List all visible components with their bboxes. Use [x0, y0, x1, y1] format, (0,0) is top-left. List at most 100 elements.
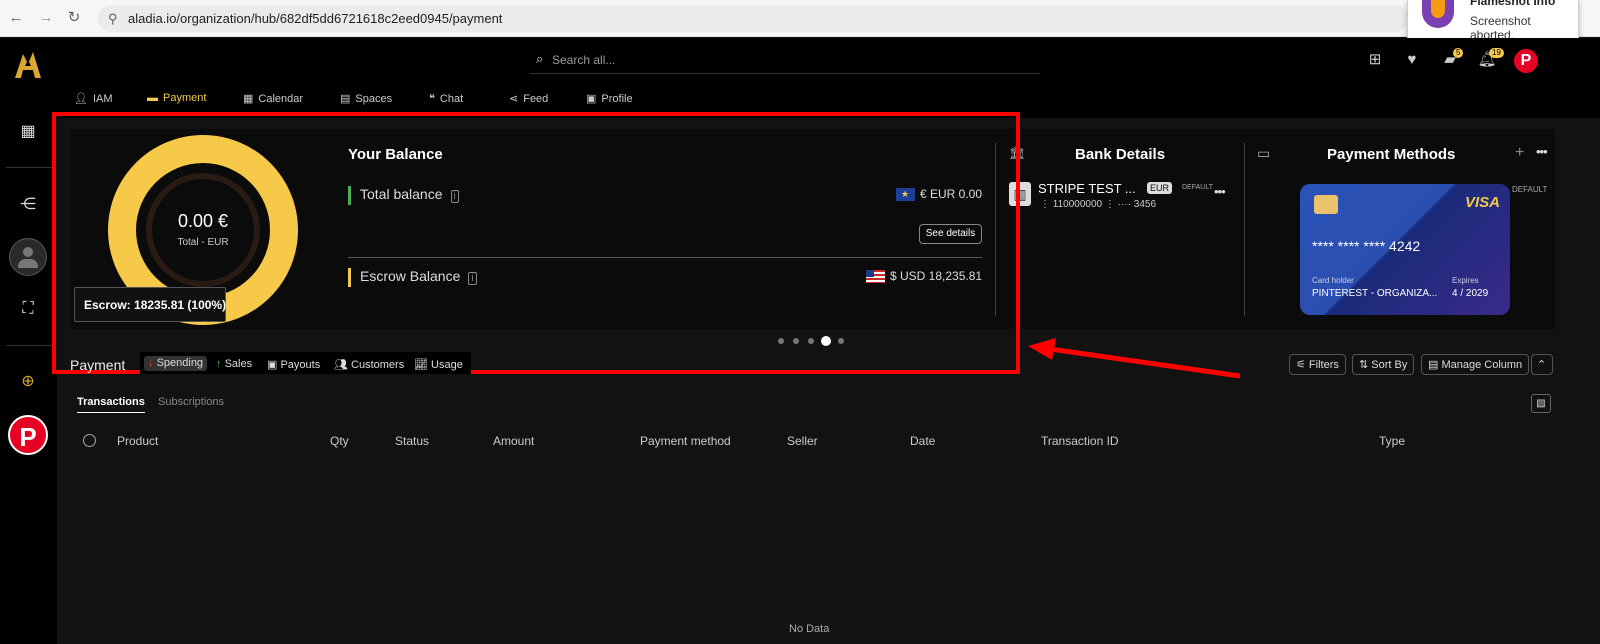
manage-column-button[interactable]: ▤ Manage Column [1421, 354, 1530, 375]
add-payment-icon[interactable]: + [1515, 144, 1524, 162]
credit-card-icon: ▭ [1257, 145, 1271, 161]
address-bar[interactable]: ⚲ aladia.io/organization/hub/682df5dd672… [98, 5, 1408, 32]
subtab-payouts[interactable]: ▣ Payouts [267, 358, 320, 371]
store-icon[interactable]: ▦ [16, 120, 40, 144]
currency-badge: EUR [1147, 182, 1173, 194]
subtab-label: Usage [431, 359, 463, 371]
card-expiry: 4 / 2029 [1452, 288, 1489, 299]
tab-chat[interactable]: ❝ Chat [429, 92, 463, 105]
subtab-spending[interactable]: ↓ Spending [144, 356, 208, 371]
card-expires-label: Expires [1452, 276, 1479, 285]
annotation-arrow [1028, 338, 1241, 379]
search-icon: ⌕ [536, 51, 544, 66]
id-card-icon: ▣ [586, 93, 597, 105]
bank-last4: ···· 3456 [1117, 199, 1157, 210]
notification-title: Flameshot Info [1470, 0, 1556, 8]
column-product[interactable]: Product [117, 434, 158, 448]
subtab-label: Payouts [280, 359, 321, 371]
tab-feed[interactable]: ⋖ Feed [509, 92, 548, 105]
bank-more-icon[interactable]: ••• [1214, 184, 1226, 199]
column-date[interactable]: Date [910, 434, 935, 448]
export-icon[interactable]: ▧ [1531, 394, 1551, 413]
heart-icon[interactable]: ♥ [1402, 50, 1422, 70]
tab-payment[interactable]: ▬ Payment [147, 92, 206, 104]
card-number: **** **** **** 4242 [1312, 238, 1421, 254]
column-qty[interactable]: Qty [330, 434, 349, 448]
add-circle-icon[interactable]: ⊕ [16, 370, 40, 394]
arrow-down-icon: ↓ [148, 357, 157, 369]
empty-state-text: No Data [789, 623, 830, 635]
flameshot-notification: Flameshot Info Screenshot aborted. [1407, 0, 1579, 42]
forward-icon[interactable]: → [37, 9, 55, 27]
organization-avatar[interactable]: P [8, 415, 48, 455]
search-placeholder: Search all... [552, 53, 616, 67]
subtab-sales[interactable]: ↑ Sales [216, 358, 252, 370]
tab-profile[interactable]: ▣ Profile [586, 92, 633, 105]
bank-details-title: Bank Details [1075, 146, 1166, 163]
sort-by-button[interactable]: ⇅ Sort By [1352, 354, 1415, 375]
calendar-icon: ▦ [243, 93, 254, 105]
card-holder-name: PINTEREST - ORGANIZA... [1312, 288, 1438, 299]
default-badge: DEFAULT [1182, 184, 1213, 191]
collapse-button[interactable]: ⌃ [1531, 354, 1553, 375]
dots-icon: ⋮ [1040, 199, 1053, 210]
tab-label: Chat [439, 93, 464, 105]
payment-methods-title: Payment Methods [1327, 146, 1456, 163]
spaces-icon: ▤ [340, 93, 351, 105]
apps-grid-icon[interactable]: ⊞ [1365, 50, 1385, 70]
card-separator [1244, 143, 1245, 316]
subtab-label: Customers [351, 359, 405, 371]
bank-routing: 110000000 [1052, 199, 1103, 210]
visa-logo: VISA [1464, 194, 1500, 211]
card-holder-label: Card holder [1312, 276, 1354, 285]
subtab-customers[interactable]: 👥︎ Customers [334, 358, 404, 371]
card-chip-icon [1314, 195, 1338, 214]
column-transaction-id[interactable]: Transaction ID [1041, 434, 1119, 448]
back-icon[interactable]: ← [7, 9, 25, 27]
profile-avatar[interactable]: P [1514, 49, 1538, 73]
column-amount[interactable]: Amount [493, 434, 534, 448]
payment-section-label: Payment [70, 357, 126, 373]
chevron-up-icon: ⌃ [1537, 359, 1547, 371]
aladia-logo[interactable] [11, 48, 45, 82]
tab-spaces[interactable]: ▤ Spaces [340, 92, 392, 105]
select-all-radio[interactable] [83, 434, 96, 447]
payment-more-icon[interactable]: ••• [1536, 144, 1548, 159]
filters-label: Filters [1308, 359, 1339, 371]
table-header: Product Qty Status Amount Payment method… [70, 428, 1555, 454]
column-payment-method[interactable]: Payment method [640, 434, 731, 448]
flameshot-icon [1422, 0, 1454, 28]
bank-account-number: ⋮ 110000000 ⋮ ···· 3456 [1040, 199, 1156, 210]
sort-icon: ⇅ [1359, 359, 1372, 371]
user-icon: 👤︎ [74, 93, 88, 105]
site-info-icon[interactable]: ⚲ [108, 11, 118, 27]
visa-card[interactable]: VISA **** **** **** 4242 Card holder PIN… [1300, 184, 1510, 315]
chart-icon: 📈︎ [414, 359, 432, 371]
tab-iam[interactable]: 👤︎ IAM [74, 92, 113, 105]
notifications-badge: 19 [1489, 48, 1504, 58]
tab-subscriptions[interactable]: Subscriptions [158, 396, 224, 408]
column-status[interactable]: Status [395, 434, 429, 448]
filter-icon: ⚟ [1296, 359, 1309, 371]
dots-icon: ⋮ [1102, 199, 1118, 210]
classroom-icon[interactable]: ⛶ [16, 297, 40, 321]
tab-calendar[interactable]: ▦ Calendar [243, 92, 303, 105]
reload-icon[interactable]: ↻ [65, 9, 83, 27]
sidebar-divider [6, 345, 52, 346]
columns-icon: ▤ [1428, 359, 1442, 371]
search-input[interactable]: ⌕ Search all... [530, 46, 1040, 74]
column-seller[interactable]: Seller [787, 434, 818, 448]
tab-label: Payment [163, 92, 207, 104]
share-icon[interactable]: ⋲ [16, 193, 40, 217]
subtab-label: Spending [156, 357, 204, 369]
tab-transactions[interactable]: Transactions [77, 396, 145, 413]
sidebar-divider [6, 167, 52, 168]
filters-button[interactable]: ⚟ Filters [1289, 354, 1346, 375]
subtab-usage[interactable]: 📈︎ Usage [414, 358, 463, 371]
arrow-up-icon: ↑ [216, 358, 225, 370]
user-avatar[interactable] [9, 238, 47, 276]
highlight-box [52, 112, 1020, 374]
column-type[interactable]: Type [1379, 434, 1405, 448]
tab-label: IAM [92, 93, 113, 105]
bank-name: STRIPE TEST ... [1038, 181, 1136, 196]
